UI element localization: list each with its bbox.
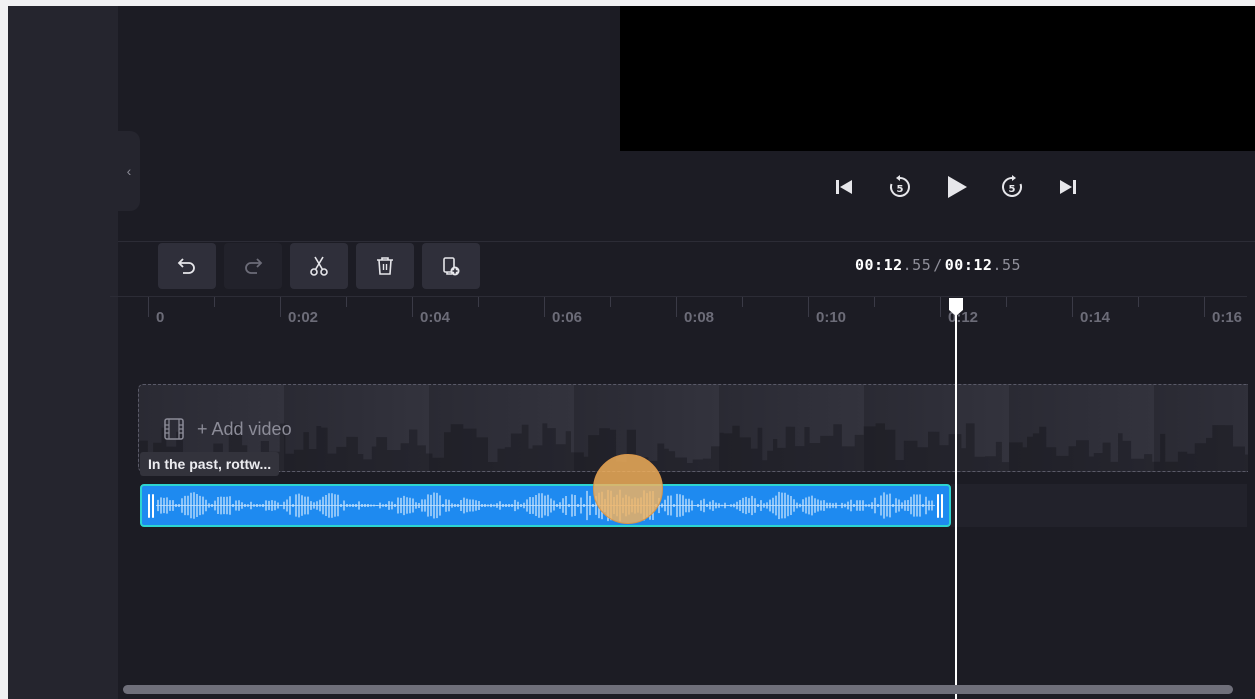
click-indicator (593, 454, 663, 524)
video-preview (620, 6, 1255, 151)
ruler-label: 0 (156, 309, 165, 326)
current-time: 00:12 (855, 256, 903, 274)
ruler-label: 0:16 (1212, 309, 1243, 326)
duplicate-button[interactable] (422, 243, 480, 289)
skip-to-end-button[interactable] (1052, 171, 1084, 203)
total-time: 00:12 (944, 256, 993, 274)
forward-5-icon: 5 (1002, 175, 1022, 197)
play-button[interactable] (940, 171, 972, 203)
playback-controls: 5 5 (828, 171, 1084, 203)
clip-end-handle[interactable] (937, 494, 943, 518)
rewind-5-icon: 5 (890, 175, 910, 197)
undo-button[interactable] (158, 243, 216, 289)
timeline-toolbar (158, 243, 480, 289)
play-icon (948, 176, 967, 198)
ruler-tick (940, 297, 941, 317)
rewind-5-button[interactable]: 5 (884, 171, 916, 203)
undo-icon (177, 258, 195, 274)
audio-waveform (156, 489, 935, 522)
playhead-line[interactable] (955, 304, 957, 699)
left-sidebar (8, 6, 118, 699)
ruler-minor-tick (874, 297, 875, 307)
ruler-minor-tick (1006, 297, 1007, 307)
ruler-label: 0:04 (420, 309, 451, 326)
section-divider (118, 241, 1255, 242)
ruler-tick (280, 297, 281, 317)
skip-forward-icon (1060, 180, 1076, 194)
redo-button[interactable] (224, 243, 282, 289)
ruler-label: 0:06 (552, 309, 583, 326)
ruler-minor-tick (610, 297, 611, 307)
svg-text:5: 5 (897, 184, 904, 195)
scissors-icon (310, 256, 328, 276)
ruler-minor-tick (1138, 297, 1139, 307)
redo-icon (245, 258, 263, 274)
audio-clip[interactable] (140, 484, 951, 527)
film-icon (164, 418, 184, 440)
delete-button[interactable] (356, 243, 414, 289)
audio-track-empty (951, 484, 1247, 527)
ruler-minor-tick (346, 297, 347, 307)
ruler-minor-tick (742, 297, 743, 307)
forward-5-button[interactable]: 5 (996, 171, 1028, 203)
add-video-button[interactable]: + Add video (163, 417, 292, 441)
ruler-label: 0:08 (684, 309, 715, 326)
current-time-fraction: .55 (902, 256, 932, 274)
timecode-display: 00:12.55/00:12.55 (855, 256, 1021, 274)
split-button[interactable] (290, 243, 348, 289)
ruler-minor-tick (214, 297, 215, 307)
ruler-tick (412, 297, 413, 317)
add-video-label: + Add video (197, 418, 292, 439)
ruler-tick (808, 297, 809, 317)
ruler-label: 0:10 (816, 309, 847, 326)
trash-icon (377, 257, 393, 275)
ruler-tick (1204, 297, 1205, 317)
timecode-separator: / (933, 256, 943, 274)
timeline-scrollbar[interactable] (123, 685, 1233, 694)
video-thumbnail-strip (139, 423, 1248, 471)
video-track[interactable]: + Add video (138, 384, 1248, 472)
ruler-label: 0:14 (1080, 309, 1111, 326)
editor-app: ‹ 5 5 (8, 6, 1255, 699)
time-ruler[interactable]: 0 0:02 0:04 0:06 0:08 0:10 0:12 0:14 0:16 (110, 297, 1247, 347)
total-time-fraction: .55 (992, 256, 1022, 274)
collapse-panel-button[interactable]: ‹ (118, 131, 140, 211)
skip-back-icon (836, 180, 852, 194)
audio-clip-label: In the past, rottw... (140, 452, 280, 476)
clip-start-handle[interactable] (148, 494, 154, 518)
ruler-label: 0:02 (288, 309, 319, 326)
duplicate-icon (443, 257, 460, 276)
skip-to-start-button[interactable] (828, 171, 860, 203)
chevron-left-icon: ‹ (126, 163, 132, 179)
ruler-tick (148, 297, 149, 317)
svg-text:5: 5 (1009, 184, 1016, 195)
ruler-tick (1072, 297, 1073, 317)
ruler-minor-tick (478, 297, 479, 307)
ruler-tick (676, 297, 677, 317)
ruler-tick (544, 297, 545, 317)
